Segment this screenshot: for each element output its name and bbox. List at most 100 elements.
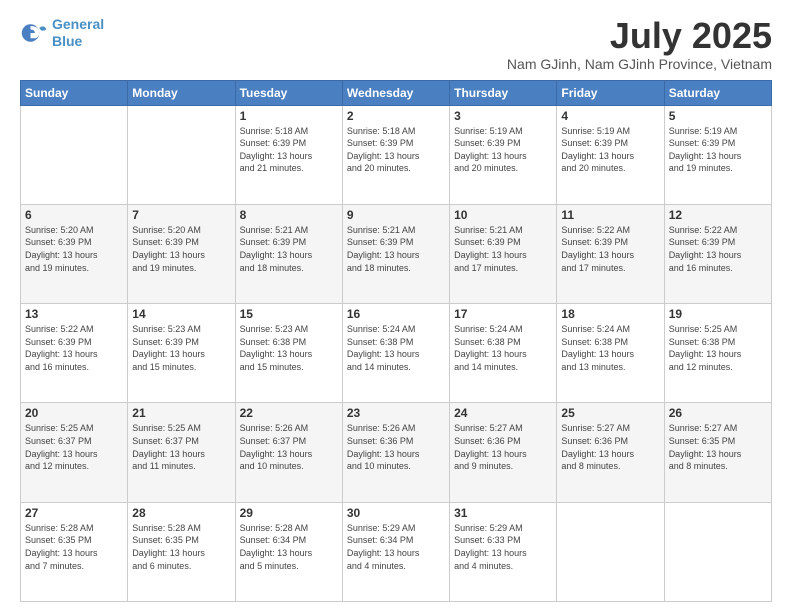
calendar-cell: 18 Sunrise: 5:24 AM Sunset: 6:38 PM Dayli… [557,304,664,403]
day-number: 30 [347,506,445,520]
day-number: 13 [25,307,123,321]
day-number: 26 [669,406,767,420]
weekday-header-row: SundayMondayTuesdayWednesdayThursdayFrid… [21,80,772,105]
cell-daylight-info: Sunrise: 5:23 AM Sunset: 6:38 PM Dayligh… [240,323,338,373]
cell-daylight-info: Sunrise: 5:21 AM Sunset: 6:39 PM Dayligh… [240,224,338,274]
cell-daylight-info: Sunrise: 5:19 AM Sunset: 6:39 PM Dayligh… [454,125,552,175]
calendar-cell: 31 Sunrise: 5:29 AM Sunset: 6:33 PM Dayli… [450,502,557,601]
calendar-table: SundayMondayTuesdayWednesdayThursdayFrid… [20,80,772,602]
day-number: 20 [25,406,123,420]
cell-daylight-info: Sunrise: 5:26 AM Sunset: 6:37 PM Dayligh… [240,422,338,472]
day-number: 17 [454,307,552,321]
day-number: 10 [454,208,552,222]
day-number: 24 [454,406,552,420]
weekday-header-tuesday: Tuesday [235,80,342,105]
cell-daylight-info: Sunrise: 5:24 AM Sunset: 6:38 PM Dayligh… [347,323,445,373]
calendar-cell: 5 Sunrise: 5:19 AM Sunset: 6:39 PM Daylig… [664,105,771,204]
day-number: 19 [669,307,767,321]
cell-daylight-info: Sunrise: 5:20 AM Sunset: 6:39 PM Dayligh… [132,224,230,274]
calendar-cell: 15Sunrise: 5:23 AM Sunset: 6:38 PM Dayli… [235,304,342,403]
day-number: 8 [240,208,338,222]
cell-daylight-info: Sunrise: 5:22 AM Sunset: 6:39 PM Dayligh… [669,224,767,274]
calendar-cell [664,502,771,601]
calendar-cell: 27Sunrise: 5:28 AM Sunset: 6:35 PM Dayli… [21,502,128,601]
cell-daylight-info: Sunrise: 5:19 AM Sunset: 6:39 PM Dayligh… [669,125,767,175]
cell-daylight-info: Sunrise: 5:25 AM Sunset: 6:37 PM Dayligh… [25,422,123,472]
calendar-cell: 3Sunrise: 5:19 AM Sunset: 6:39 PM Daylig… [450,105,557,204]
week-row-1: 6 Sunrise: 5:20 AM Sunset: 6:39 PM Daylig… [21,204,772,303]
cell-daylight-info: Sunrise: 5:29 AM Sunset: 6:33 PM Dayligh… [454,522,552,572]
day-number: 2 [347,109,445,123]
cell-daylight-info: Sunrise: 5:18 AM Sunset: 6:39 PM Dayligh… [240,125,338,175]
cell-daylight-info: Sunrise: 5:27 AM Sunset: 6:35 PM Dayligh… [669,422,767,472]
day-number: 5 [669,109,767,123]
day-number: 31 [454,506,552,520]
calendar-cell: 29 Sunrise: 5:28 AM Sunset: 6:34 PM Dayli… [235,502,342,601]
page: General Blue July 2025 Nam GJinh, Nam GJ… [0,0,792,612]
calendar-cell: 30 Sunrise: 5:29 AM Sunset: 6:34 PM Dayli… [342,502,449,601]
day-number: 11 [561,208,659,222]
day-number: 9 [347,208,445,222]
calendar-cell: 22 Sunrise: 5:26 AM Sunset: 6:37 PM Dayli… [235,403,342,502]
logo: General Blue [20,16,104,50]
week-row-2: 13Sunrise: 5:22 AM Sunset: 6:39 PM Dayli… [21,304,772,403]
calendar-cell: 4 Sunrise: 5:19 AM Sunset: 6:39 PM Daylig… [557,105,664,204]
calendar-cell [21,105,128,204]
calendar-cell [128,105,235,204]
week-row-4: 27 Sunrise: 5:28 AM Sunset: 6:35 PM Dayli… [21,502,772,601]
cell-daylight-info: Sunrise: 5:25 AM Sunset: 6:38 PM Dayligh… [669,323,767,373]
cell-daylight-info: Sunrise: 5:24 AM Sunset: 6:38 PM Dayligh… [561,323,659,373]
cell-daylight-info: Sunrise: 5:19 AM Sunset: 6:39 PM Dayligh… [561,125,659,175]
calendar-cell: 23Sunrise: 5:26 AM Sunset: 6:36 PM Dayli… [342,403,449,502]
calendar-cell: 26 Sunrise: 5:27 AM Sunset: 6:35 PM Dayli… [664,403,771,502]
calendar-cell: 11Sunrise: 5:22 AM Sunset: 6:39 PM Dayli… [557,204,664,303]
calendar-cell: 2 Sunrise: 5:18 AM Sunset: 6:39 PM Daylig… [342,105,449,204]
cell-daylight-info: Sunrise: 5:25 AM Sunset: 6:37 PM Dayligh… [132,422,230,472]
day-number: 4 [561,109,659,123]
calendar-cell: 21 Sunrise: 5:25 AM Sunset: 6:37 PM Dayli… [128,403,235,502]
day-number: 23 [347,406,445,420]
day-number: 1 [240,109,338,123]
day-number: 25 [561,406,659,420]
cell-daylight-info: Sunrise: 5:27 AM Sunset: 6:36 PM Dayligh… [561,422,659,472]
week-row-0: 1 Sunrise: 5:18 AM Sunset: 6:39 PM Daylig… [21,105,772,204]
calendar-cell: 16Sunrise: 5:24 AM Sunset: 6:38 PM Dayli… [342,304,449,403]
calendar-cell: 6Sunrise: 5:20 AM Sunset: 6:39 PM Daylig… [21,204,128,303]
day-number: 6 [25,208,123,222]
cell-daylight-info: Sunrise: 5:21 AM Sunset: 6:39 PM Dayligh… [454,224,552,274]
day-number: 27 [25,506,123,520]
location-subtitle: Nam GJinh, Nam GJinh Province, Vietnam [507,56,772,72]
calendar-cell: 28 Sunrise: 5:28 AM Sunset: 6:35 PM Dayli… [128,502,235,601]
day-number: 29 [240,506,338,520]
calendar-cell: 19 Sunrise: 5:25 AM Sunset: 6:38 PM Dayli… [664,304,771,403]
weekday-header-friday: Friday [557,80,664,105]
calendar-cell: 14 Sunrise: 5:23 AM Sunset: 6:39 PM Dayli… [128,304,235,403]
day-number: 22 [240,406,338,420]
cell-daylight-info: Sunrise: 5:24 AM Sunset: 6:38 PM Dayligh… [454,323,552,373]
calendar-cell: 10 Sunrise: 5:21 AM Sunset: 6:39 PM Dayli… [450,204,557,303]
day-number: 7 [132,208,230,222]
day-number: 21 [132,406,230,420]
cell-daylight-info: Sunrise: 5:18 AM Sunset: 6:39 PM Dayligh… [347,125,445,175]
calendar-cell: 25 Sunrise: 5:27 AM Sunset: 6:36 PM Dayli… [557,403,664,502]
calendar-cell: 9Sunrise: 5:21 AM Sunset: 6:39 PM Daylig… [342,204,449,303]
weekday-header-sunday: Sunday [21,80,128,105]
cell-daylight-info: Sunrise: 5:28 AM Sunset: 6:35 PM Dayligh… [132,522,230,572]
day-number: 18 [561,307,659,321]
logo-icon [20,19,48,47]
calendar-cell: 1 Sunrise: 5:18 AM Sunset: 6:39 PM Daylig… [235,105,342,204]
day-number: 14 [132,307,230,321]
cell-daylight-info: Sunrise: 5:28 AM Sunset: 6:34 PM Dayligh… [240,522,338,572]
weekday-header-thursday: Thursday [450,80,557,105]
cell-daylight-info: Sunrise: 5:27 AM Sunset: 6:36 PM Dayligh… [454,422,552,472]
calendar-cell: 13Sunrise: 5:22 AM Sunset: 6:39 PM Dayli… [21,304,128,403]
calendar-cell: 8 Sunrise: 5:21 AM Sunset: 6:39 PM Daylig… [235,204,342,303]
calendar-cell: 12Sunrise: 5:22 AM Sunset: 6:39 PM Dayli… [664,204,771,303]
day-number: 28 [132,506,230,520]
cell-daylight-info: Sunrise: 5:23 AM Sunset: 6:39 PM Dayligh… [132,323,230,373]
cell-daylight-info: Sunrise: 5:29 AM Sunset: 6:34 PM Dayligh… [347,522,445,572]
week-row-3: 20 Sunrise: 5:25 AM Sunset: 6:37 PM Dayli… [21,403,772,502]
header: General Blue July 2025 Nam GJinh, Nam GJ… [20,16,772,72]
month-title: July 2025 [507,16,772,56]
title-block: July 2025 Nam GJinh, Nam GJinh Province,… [507,16,772,72]
